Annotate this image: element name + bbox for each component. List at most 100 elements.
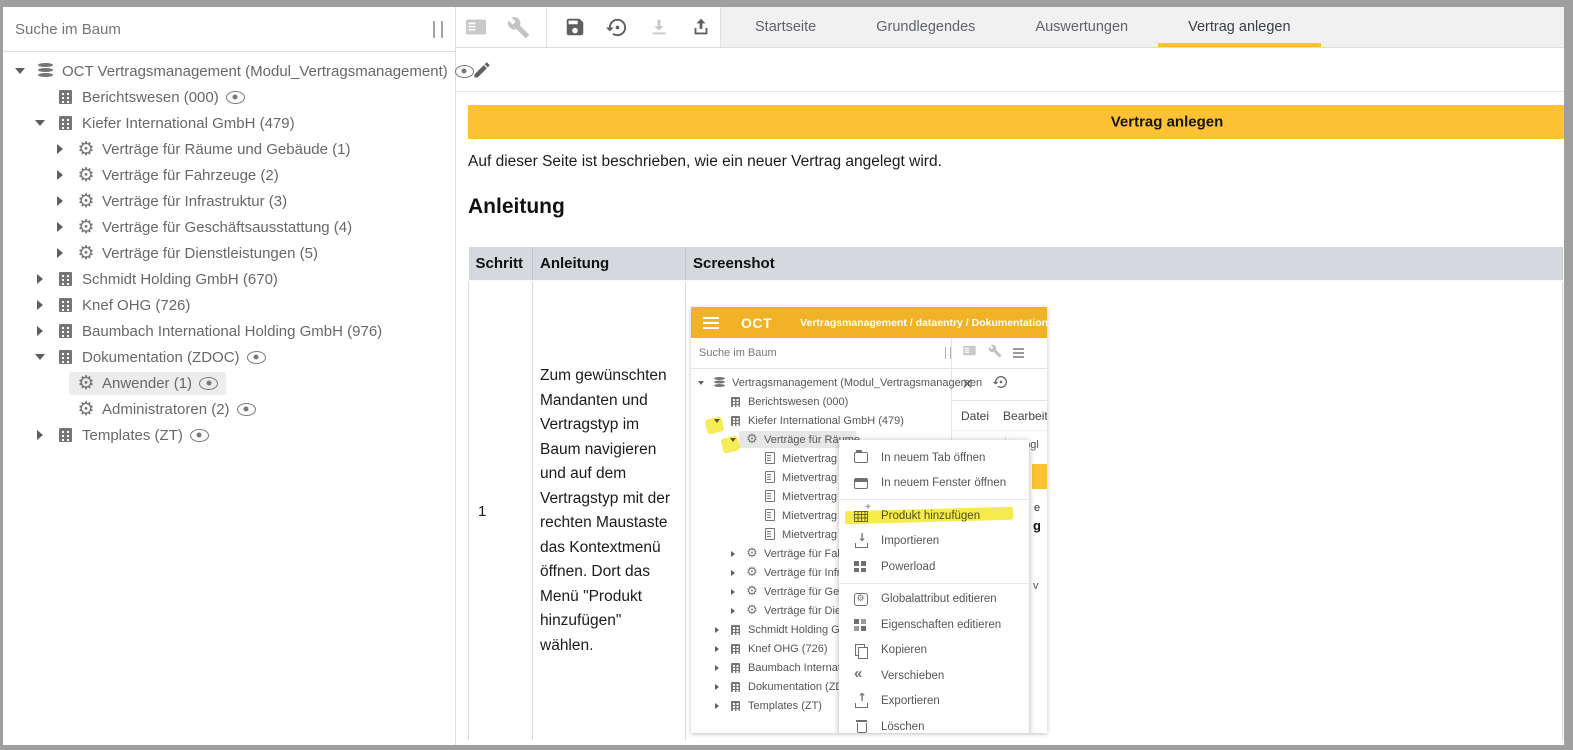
tab[interactable]: Auswertungen [1005,7,1158,47]
expand-arrow-icon[interactable] [727,589,739,595]
tree-item[interactable]: Verträge für Geschäftsausstattung (4) [3,214,455,240]
expand-arrow-icon[interactable] [711,627,723,633]
wrench-icon[interactable] [988,344,1002,363]
expand-arrow-icon[interactable] [51,170,69,180]
context-menu-entry: Verschieben [839,663,1029,689]
tree-item[interactable]: Baumbach International Holding GmbH (976… [3,318,455,344]
context-menu-item-label: Verschieben [881,670,944,682]
eye-icon[interactable] [237,403,256,416]
tree-item-icon [77,193,95,209]
context-menu-item-icon [853,534,869,549]
tree-item-icon [745,433,759,446]
expand-arrow-icon[interactable] [695,381,707,385]
context-menu-item[interactable]: In neuem Tab öffnen [839,445,1029,471]
menu-datei[interactable]: Datei [961,409,989,423]
splitter-drag-handle[interactable] [433,21,443,38]
context-menu-item[interactable]: Löschen [839,714,1029,733]
expand-arrow-icon[interactable] [711,684,723,690]
tree-item-label: Knef OHG (726) [82,297,190,314]
tree-item[interactable]: Dokumentation (ZDOC) [3,344,455,370]
history-icon[interactable] [603,13,631,41]
context-menu-item[interactable]: Globalattribut editieren [839,587,1029,613]
expand-arrow-icon[interactable] [51,144,69,154]
tab[interactable]: Startseite [725,7,846,47]
expand-arrow-icon[interactable] [51,248,69,258]
tree-item[interactable]: Administratoren (2) [3,396,455,422]
context-menu-item-icon [853,559,869,574]
expand-arrow-icon[interactable] [31,274,49,284]
tree-item[interactable]: Anwender (1) [3,370,455,396]
list-icon[interactable] [1013,348,1024,350]
eye-icon[interactable] [199,377,218,390]
search-input[interactable] [13,20,433,39]
tree-item[interactable]: Verträge für Dienstleistungen (5) [3,240,455,266]
expand-arrow-icon[interactable] [711,646,723,652]
context-menu-entry: In neuem Fenster öffnen [839,471,1029,501]
tree-item-label: Templates (ZT) [82,427,183,444]
main-area: Startseite Grundlegendes Auswertungen Ve… [456,7,1564,745]
panel-icon[interactable] [962,343,977,363]
tab[interactable]: Vertrag anlegen [1158,7,1320,47]
wrench-icon[interactable] [504,13,532,41]
tree-item[interactable]: Kiefer International GmbH (479) [691,411,951,430]
expand-arrow-icon[interactable] [51,196,69,206]
tree-item[interactable]: Verträge für Infrastruktur (3) [3,188,455,214]
tree-item[interactable]: Vertragsmanagement (Modul_Vertragsmanage… [691,373,951,392]
tree-item[interactable]: Berichtswesen (000) [3,84,455,110]
tree-item[interactable]: Templates (ZT) [3,422,455,448]
eye-icon[interactable] [190,429,209,442]
expand-arrow-icon[interactable] [711,703,723,709]
embedded-search-row: Suche im Baum [691,338,959,369]
tree-item-icon [763,528,777,541]
embedded-toolbar [951,338,1047,369]
expand-arrow-icon[interactable] [11,68,29,74]
context-menu-divider [839,499,1029,500]
tree-item[interactable]: Verträge für Räume und Gebäude (1) [3,136,455,162]
save-icon[interactable] [561,13,589,41]
tree-item[interactable]: Berichtswesen (000) [691,392,951,411]
tree-item[interactable]: Verträge für Fahrzeuge (2) [3,162,455,188]
expand-arrow-icon[interactable] [727,608,739,614]
context-menu-item-icon [853,476,869,491]
expand-arrow-icon[interactable] [51,222,69,232]
context-menu-item[interactable]: Powerload [839,554,1029,580]
context-menu-item[interactable]: Verschieben [839,663,1029,689]
expand-arrow-icon[interactable] [31,300,49,310]
eye-icon[interactable] [247,351,266,364]
expand-arrow-icon[interactable] [31,430,49,440]
expand-arrow-icon[interactable] [711,665,723,671]
tree-item-icon [745,547,759,560]
context-menu-entry: Kopieren [839,638,1029,664]
expand-arrow-icon[interactable] [31,120,49,126]
context-menu-item-label: In neuem Tab öffnen [881,452,985,464]
embedded-search-placeholder[interactable]: Suche im Baum [699,347,945,359]
expand-arrow-icon[interactable] [31,354,49,360]
eye-icon[interactable] [226,91,245,104]
expand-arrow-icon[interactable] [727,551,739,557]
expand-arrow-icon[interactable] [727,438,739,442]
context-menu-item[interactable]: Exportieren [839,689,1029,715]
context-menu-item[interactable]: Eigenschaften editieren [839,612,1029,638]
context-menu-item-label: Löschen [881,721,924,733]
tree-item[interactable]: Knef OHG (726) [3,292,455,318]
expand-arrow-icon[interactable] [727,570,739,576]
context-menu-item[interactable]: In neuem Fenster öffnen [839,471,1029,497]
hamburger-menu-icon[interactable] [703,317,719,319]
eye-icon[interactable] [455,65,474,78]
history-icon[interactable] [993,374,1009,395]
tree-item-icon [37,63,55,79]
context-menu-item-icon [853,643,869,658]
expand-arrow-icon[interactable] [711,419,723,423]
menu-bearbeiten[interactable]: Bearbeiten [1003,409,1047,423]
context-menu-item[interactable]: Produkt hinzufügen [839,503,1029,529]
tree-item[interactable]: Kiefer International GmbH (479) [3,110,455,136]
context-menu-item[interactable]: Importieren [839,529,1029,555]
upload-icon[interactable] [687,13,715,41]
panel-icon[interactable] [462,13,490,41]
download-icon[interactable] [645,13,673,41]
tab[interactable]: Grundlegendes [846,7,1005,47]
expand-arrow-icon[interactable] [31,326,49,336]
context-menu-item[interactable]: Kopieren [839,638,1029,664]
tree-item[interactable]: Schmidt Holding GmbH (670) [3,266,455,292]
tree-item[interactable]: OCT Vertragsmanagement (Modul_Vertragsma… [3,58,455,84]
